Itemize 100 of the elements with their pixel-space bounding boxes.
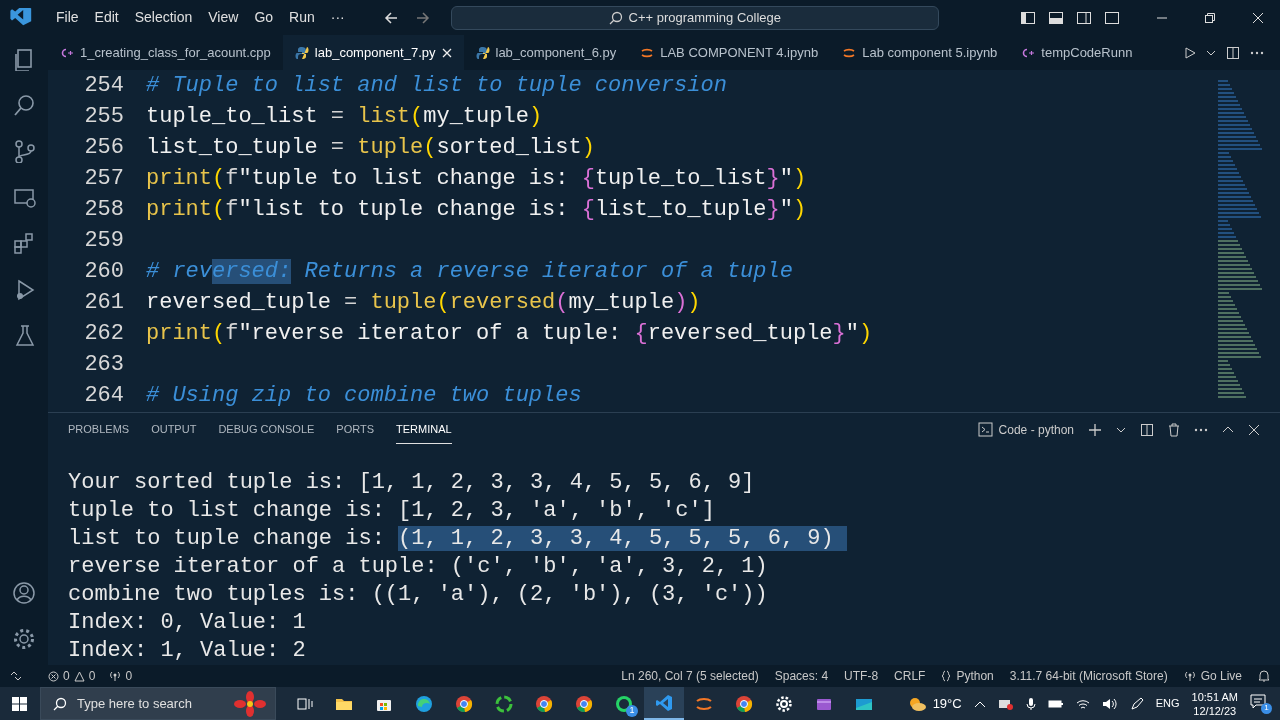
- bell-icon[interactable]: [1258, 669, 1270, 683]
- code-line: list_to_tuple = tuple(sorted_list): [146, 134, 595, 162]
- braces-icon: [941, 670, 952, 682]
- code-line: # Using zip to combine two tuples: [146, 382, 582, 410]
- run-icon[interactable]: [1184, 46, 1196, 59]
- settings-icon: [774, 693, 794, 714]
- forward-arrow-icon[interactable]: [414, 9, 431, 26]
- editor-tab[interactable]: tempCodeRunn: [1009, 35, 1145, 70]
- sidebar-layout-icon[interactable]: [1020, 9, 1036, 26]
- status-item[interactable]: CRLF: [894, 667, 926, 685]
- code-line: print(f"list to tuple change is: {list_to_tuple}"): [146, 196, 807, 224]
- close-tab-icon[interactable]: [441, 47, 452, 58]
- secondary-sidebar-icon[interactable]: [1076, 9, 1092, 26]
- menu-item[interactable]: Selection: [126, 7, 201, 28]
- search-icon: [608, 10, 623, 25]
- badge: 1: [626, 705, 638, 717]
- code-line: tuple_to_list = list(my_tuple): [146, 103, 543, 131]
- broadcast-icon: [1183, 670, 1196, 682]
- status-item[interactable]: 3.11.7 64-bit (Microsoft Store): [1009, 667, 1168, 685]
- chat-bubble-icon: [614, 693, 634, 714]
- account-icon[interactable]: [12, 581, 36, 605]
- trash-icon[interactable]: [1168, 422, 1180, 437]
- panel-tab[interactable]: PROBLEMS: [68, 415, 130, 444]
- close-icon[interactable]: [1252, 11, 1264, 24]
- close-panel-icon[interactable]: [1248, 423, 1260, 436]
- clock-date[interactable]: 12/12/23: [1193, 703, 1237, 718]
- code-line: print(f"reverse iterator of a tuple: {reversed_tuple}"): [146, 320, 873, 348]
- panel-tab[interactable]: DEBUG CONSOLE: [218, 415, 315, 444]
- line-number: 259: [83, 227, 125, 255]
- terminal-line: reverse iterator of a tuple: ('c', 'b', 'a', 3, 2, 1): [68, 553, 769, 578]
- status-item[interactable]: Ln 260, Col 7 (5 selected): [621, 667, 759, 685]
- terminal-line: tuple to list change is: [1, 2, 3, 'a', 'b', 'c']: [68, 497, 716, 522]
- cpp-file-icon: [60, 47, 74, 58]
- panel-tab[interactable]: PORTS: [336, 415, 375, 444]
- customize-layout-icon[interactable]: [1104, 9, 1120, 26]
- line-number: 256: [83, 134, 125, 162]
- line-number: 254: [83, 72, 125, 100]
- panel-tab[interactable]: OUTPUT: [151, 415, 197, 444]
- pen-icon[interactable]: [1129, 696, 1144, 711]
- back-arrow-icon[interactable]: [382, 9, 399, 26]
- camera-icon[interactable]: [997, 697, 1014, 710]
- editor-tab[interactable]: Lab component 5.ipynb: [830, 35, 1010, 70]
- settings-icon[interactable]: [12, 627, 36, 651]
- taskbar-search-field[interactable]: Type here to search: [40, 687, 276, 720]
- line-number: 261: [83, 289, 125, 317]
- terminal-line: Index: 0, Value: 1: [68, 609, 307, 634]
- remote-icon[interactable]: [10, 670, 22, 682]
- circle-arrows-icon: [494, 693, 514, 714]
- language-indicator[interactable]: ENG: [1155, 695, 1180, 712]
- vscode-icon: [654, 692, 674, 713]
- python-file-icon: [294, 45, 309, 60]
- python-file-icon: [475, 45, 490, 60]
- speaker-icon[interactable]: [1101, 697, 1118, 710]
- problems-status[interactable]: 0 0: [48, 667, 96, 685]
- broadcast-icon: [109, 670, 122, 682]
- go-live-button[interactable]: Go Live: [1183, 667, 1242, 685]
- battery-icon[interactable]: [1047, 698, 1064, 709]
- editor-tab[interactable]: lab_component_6.py: [463, 35, 629, 70]
- wifi-icon[interactable]: [1075, 697, 1090, 710]
- panel-tab[interactable]: TERMINAL: [396, 414, 452, 445]
- editor-tab[interactable]: lab_component_7.py: [282, 35, 464, 70]
- clock-time[interactable]: 10:51 AM: [1191, 689, 1238, 704]
- menu-item[interactable]: View: [200, 7, 247, 28]
- line-number: 255: [83, 103, 125, 131]
- plus-icon[interactable]: [1088, 422, 1102, 437]
- menu-item[interactable]: Go: [246, 7, 282, 28]
- menu-item[interactable]: Edit: [86, 7, 127, 28]
- microphone-icon[interactable]: [1025, 696, 1036, 711]
- chrome-icon: [454, 693, 474, 714]
- panel-layout-icon[interactable]: [1048, 9, 1064, 26]
- terminal-icon[interactable]: [977, 422, 993, 437]
- warning-icon: [73, 670, 85, 682]
- restore-icon[interactable]: [1204, 11, 1216, 24]
- menu-item[interactable]: Run: [281, 7, 323, 28]
- menu-item[interactable]: ···: [322, 7, 353, 28]
- line-number: 264: [83, 382, 125, 410]
- code-line: # reversed: Returns a reverse iterator of a tuple: [146, 258, 793, 286]
- notification-icon[interactable]: [1250, 693, 1266, 708]
- line-number: 257: [83, 165, 125, 193]
- source-control-icon[interactable]: [12, 139, 36, 163]
- split-editor-icon[interactable]: [1226, 45, 1240, 60]
- editor-tab[interactable]: LAB COMPONENT 4.ipynb: [628, 35, 831, 70]
- command-center-search[interactable]: C++ programming College: [450, 5, 939, 30]
- code-line: reversed_tuple = tuple(reversed(my_tuple)): [146, 289, 701, 317]
- split-terminal-icon[interactable]: [1140, 422, 1154, 437]
- status-item[interactable]: Spaces: 4: [774, 667, 829, 685]
- menu-item[interactable]: File: [48, 7, 87, 28]
- ports-status[interactable]: 0: [109, 667, 133, 685]
- search-icon[interactable]: [12, 93, 36, 117]
- terminal-name[interactable]: Code - python: [998, 420, 1074, 439]
- edge-icon: [414, 693, 434, 714]
- cpp-file-icon: [1021, 47, 1036, 58]
- editor-tab[interactable]: 1_creating_class_for_acount.cpp: [48, 35, 283, 70]
- status-item[interactable]: UTF-8: [844, 667, 879, 685]
- search-icon: [53, 696, 67, 711]
- terminal-line: Your sorted tuple is: [1, 1, 2, 3, 3, 4, 5, 5, 6, 9]: [68, 469, 756, 494]
- extensions-icon[interactable]: [12, 231, 36, 255]
- weather-widget[interactable]: 19°C: [906, 693, 962, 714]
- language-mode[interactable]: Python: [941, 667, 994, 685]
- line-number: 262: [83, 320, 125, 348]
